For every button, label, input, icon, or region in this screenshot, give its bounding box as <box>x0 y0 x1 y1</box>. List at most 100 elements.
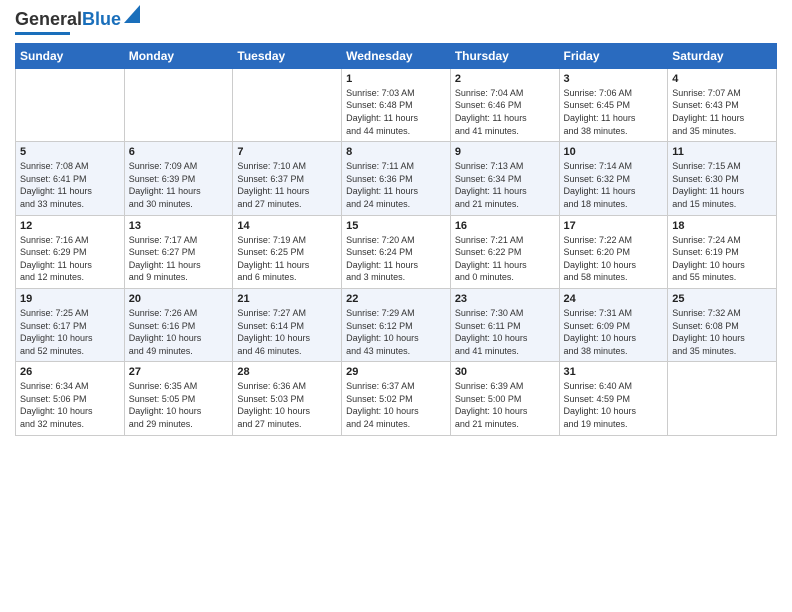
day-number: 7 <box>237 146 337 158</box>
calendar-cell: 10Sunrise: 7:14 AMSunset: 6:32 PMDayligh… <box>559 142 668 215</box>
day-number: 16 <box>455 220 555 232</box>
calendar-cell: 31 Sunrise: 6:40 AMSunset: 4:59 PMDayligh… <box>559 362 668 435</box>
calendar-cell: 23 Sunrise: 7:30 AMSunset: 6:11 PMDayligh… <box>450 288 559 361</box>
calendar-cell: 15 Sunrise: 7:20 AMSunset: 6:24 PMDayligh… <box>342 215 451 288</box>
day-info: Sunrise: 7:03 AMSunset: 6:48 PMDaylight:… <box>346 87 446 137</box>
day-info: Sunrise: 6:37 AMSunset: 5:02 PMDaylight:… <box>346 380 446 430</box>
calendar-week-row-3: 12 Sunrise: 7:16 AMSunset: 6:29 PMDayligh… <box>16 215 777 288</box>
day-number: 23 <box>455 293 555 305</box>
day-number: 26 <box>20 366 120 378</box>
calendar-cell <box>16 68 125 141</box>
day-info: Sunrise: 7:16 AMSunset: 6:29 PMDaylight:… <box>20 234 120 284</box>
calendar-week-row-5: 26Sunrise: 6:34 AMSunset: 5:06 PMDayligh… <box>16 362 777 435</box>
day-number: 31 <box>564 366 664 378</box>
logo-underline <box>15 32 70 35</box>
day-info: Sunrise: 7:25 AMSunset: 6:17 PMDaylight:… <box>20 307 120 357</box>
day-info: Sunrise: 7:30 AMSunset: 6:11 PMDaylight:… <box>455 307 555 357</box>
day-info: Sunrise: 7:20 AMSunset: 6:24 PMDaylight:… <box>346 234 446 284</box>
day-number: 1 <box>346 73 446 85</box>
day-info: Sunrise: 6:36 AMSunset: 5:03 PMDaylight:… <box>237 380 337 430</box>
day-number: 18 <box>672 220 772 232</box>
day-info: Sunrise: 7:21 AMSunset: 6:22 PMDaylight:… <box>455 234 555 284</box>
day-info: Sunrise: 7:27 AMSunset: 6:14 PMDaylight:… <box>237 307 337 357</box>
calendar-cell: 28Sunrise: 6:36 AMSunset: 5:03 PMDayligh… <box>233 362 342 435</box>
day-info: Sunrise: 6:39 AMSunset: 5:00 PMDaylight:… <box>455 380 555 430</box>
day-info: Sunrise: 7:15 AMSunset: 6:30 PMDaylight:… <box>672 160 772 210</box>
calendar-cell: 18 Sunrise: 7:24 AMSunset: 6:19 PMDayligh… <box>668 215 777 288</box>
day-info: Sunrise: 7:04 AMSunset: 6:46 PMDaylight:… <box>455 87 555 137</box>
day-number: 2 <box>455 73 555 85</box>
day-number: 24 <box>564 293 664 305</box>
calendar-cell: 20Sunrise: 7:26 AMSunset: 6:16 PMDayligh… <box>124 288 233 361</box>
day-info: Sunrise: 7:31 AMSunset: 6:09 PMDaylight:… <box>564 307 664 357</box>
day-number: 30 <box>455 366 555 378</box>
calendar-cell: 3 Sunrise: 7:06 AMSunset: 6:45 PMDaylight… <box>559 68 668 141</box>
day-info: Sunrise: 7:07 AMSunset: 6:43 PMDaylight:… <box>672 87 772 137</box>
weekday-header-wednesday: Wednesday <box>342 43 451 68</box>
day-number: 20 <box>129 293 229 305</box>
logo-triangle-icon <box>124 5 140 23</box>
day-info: Sunrise: 7:13 AMSunset: 6:34 PMDaylight:… <box>455 160 555 210</box>
day-info: Sunrise: 7:09 AMSunset: 6:39 PMDaylight:… <box>129 160 229 210</box>
calendar-cell <box>233 68 342 141</box>
calendar-cell: 4 Sunrise: 7:07 AMSunset: 6:43 PMDaylight… <box>668 68 777 141</box>
calendar-cell: 9 Sunrise: 7:13 AMSunset: 6:34 PMDaylight… <box>450 142 559 215</box>
day-info: Sunrise: 7:08 AMSunset: 6:41 PMDaylight:… <box>20 160 120 210</box>
day-number: 25 <box>672 293 772 305</box>
day-number: 12 <box>20 220 120 232</box>
calendar-cell: 22 Sunrise: 7:29 AMSunset: 6:12 PMDayligh… <box>342 288 451 361</box>
calendar-week-row-2: 5Sunrise: 7:08 AMSunset: 6:41 PMDaylight… <box>16 142 777 215</box>
day-info: Sunrise: 7:22 AMSunset: 6:20 PMDaylight:… <box>564 234 664 284</box>
calendar-cell: 2 Sunrise: 7:04 AMSunset: 6:46 PMDaylight… <box>450 68 559 141</box>
weekday-header-saturday: Saturday <box>668 43 777 68</box>
calendar-cell: 7 Sunrise: 7:10 AMSunset: 6:37 PMDaylight… <box>233 142 342 215</box>
calendar-cell: 26Sunrise: 6:34 AMSunset: 5:06 PMDayligh… <box>16 362 125 435</box>
day-number: 8 <box>346 146 446 158</box>
day-info: Sunrise: 7:10 AMSunset: 6:37 PMDaylight:… <box>237 160 337 210</box>
calendar-cell: 14Sunrise: 7:19 AMSunset: 6:25 PMDayligh… <box>233 215 342 288</box>
calendar-cell: 30 Sunrise: 6:39 AMSunset: 5:00 PMDayligh… <box>450 362 559 435</box>
calendar-cell: 27Sunrise: 6:35 AMSunset: 5:05 PMDayligh… <box>124 362 233 435</box>
day-info: Sunrise: 7:06 AMSunset: 6:45 PMDaylight:… <box>564 87 664 137</box>
calendar-cell: 29 Sunrise: 6:37 AMSunset: 5:02 PMDayligh… <box>342 362 451 435</box>
calendar-cell: 6 Sunrise: 7:09 AMSunset: 6:39 PMDaylight… <box>124 142 233 215</box>
calendar-cell <box>668 362 777 435</box>
calendar-week-row-4: 19Sunrise: 7:25 AMSunset: 6:17 PMDayligh… <box>16 288 777 361</box>
day-number: 13 <box>129 220 229 232</box>
day-number: 29 <box>346 366 446 378</box>
calendar-cell: 5Sunrise: 7:08 AMSunset: 6:41 PMDaylight… <box>16 142 125 215</box>
day-number: 6 <box>129 146 229 158</box>
calendar-cell: 16 Sunrise: 7:21 AMSunset: 6:22 PMDayligh… <box>450 215 559 288</box>
day-number: 21 <box>237 293 337 305</box>
day-number: 15 <box>346 220 446 232</box>
weekday-header-row: SundayMondayTuesdayWednesdayThursdayFrid… <box>16 43 777 68</box>
day-info: Sunrise: 6:40 AMSunset: 4:59 PMDaylight:… <box>564 380 664 430</box>
calendar-week-row-1: 1 Sunrise: 7:03 AMSunset: 6:48 PMDaylight… <box>16 68 777 141</box>
calendar-cell: 11 Sunrise: 7:15 AMSunset: 6:30 PMDayligh… <box>668 142 777 215</box>
day-number: 22 <box>346 293 446 305</box>
calendar-cell: 8Sunrise: 7:11 AMSunset: 6:36 PMDaylight… <box>342 142 451 215</box>
day-info: Sunrise: 7:29 AMSunset: 6:12 PMDaylight:… <box>346 307 446 357</box>
day-number: 10 <box>564 146 664 158</box>
logo: GeneralBlue <box>15 10 140 35</box>
day-number: 4 <box>672 73 772 85</box>
calendar-cell: 17 Sunrise: 7:22 AMSunset: 6:20 PMDayligh… <box>559 215 668 288</box>
logo-text: GeneralBlue <box>15 10 121 30</box>
day-number: 14 <box>237 220 337 232</box>
weekday-header-monday: Monday <box>124 43 233 68</box>
calendar-cell: 25Sunrise: 7:32 AMSunset: 6:08 PMDayligh… <box>668 288 777 361</box>
header: GeneralBlue <box>15 10 777 35</box>
calendar-cell <box>124 68 233 141</box>
weekday-header-friday: Friday <box>559 43 668 68</box>
day-number: 11 <box>672 146 772 158</box>
weekday-header-thursday: Thursday <box>450 43 559 68</box>
calendar-table: SundayMondayTuesdayWednesdayThursdayFrid… <box>15 43 777 436</box>
day-info: Sunrise: 7:24 AMSunset: 6:19 PMDaylight:… <box>672 234 772 284</box>
day-number: 3 <box>564 73 664 85</box>
calendar-cell: 21 Sunrise: 7:27 AMSunset: 6:14 PMDayligh… <box>233 288 342 361</box>
weekday-header-sunday: Sunday <box>16 43 125 68</box>
day-number: 17 <box>564 220 664 232</box>
page: GeneralBlue SundayMondayTuesdayWednesday… <box>0 0 792 612</box>
day-number: 9 <box>455 146 555 158</box>
calendar-cell: 12 Sunrise: 7:16 AMSunset: 6:29 PMDayligh… <box>16 215 125 288</box>
